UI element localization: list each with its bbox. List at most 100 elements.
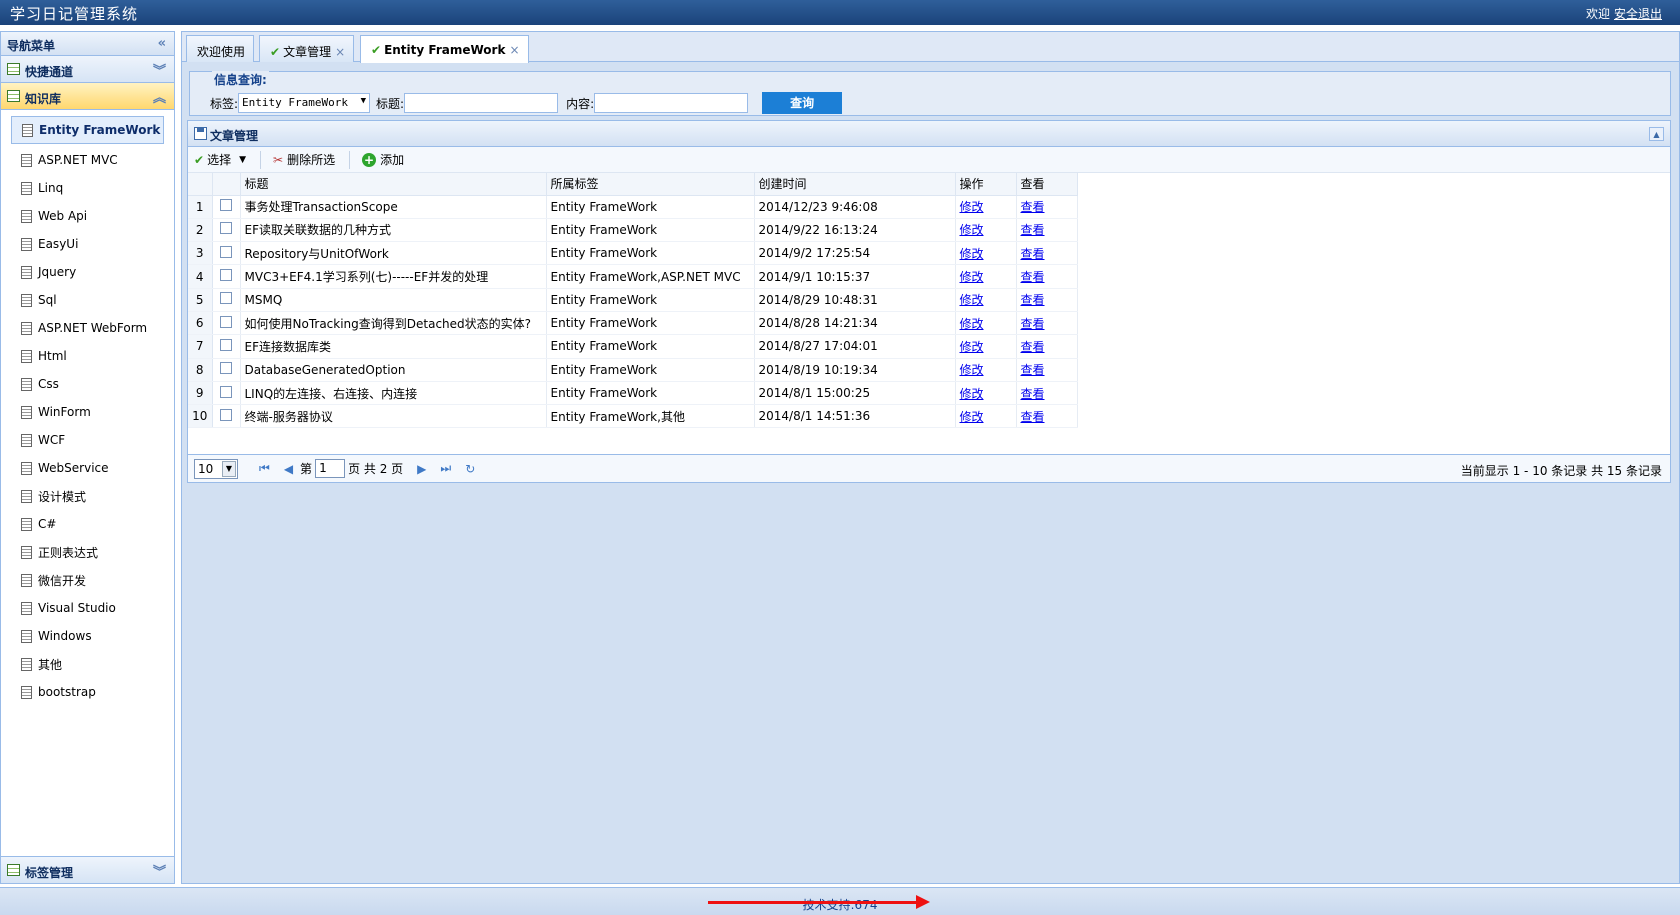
dropdown-arrow-icon[interactable]: ▼ [222,460,236,477]
checkbox[interactable] [220,315,232,328]
cell-view[interactable]: 查看 [1016,195,1078,219]
tree-item[interactable]: C# [11,510,174,538]
view-link[interactable]: 查看 [1021,387,1045,401]
table-row[interactable]: 7 EF连接数据库类 Entity FrameWork 2014/8/27 17:04… [188,334,1078,359]
page-number-input[interactable]: 1 [315,459,346,478]
cell-edit[interactable]: 修改 [955,195,1017,219]
next-page-icon[interactable]: ▶ [417,462,426,476]
cell-edit[interactable]: 修改 [955,264,1017,289]
checkbox[interactable] [220,292,232,305]
tree-item[interactable]: Web Api [11,202,174,230]
view-link[interactable]: 查看 [1021,293,1045,307]
prev-page-icon[interactable]: ◀ [284,462,293,476]
row-checkbox[interactable] [212,218,241,243]
table-row[interactable]: 8 DatabaseGeneratedOption Entity FrameWork… [188,358,1078,382]
edit-link[interactable]: 修改 [960,363,984,377]
collapse-up-icon[interactable]: ▲ [1649,127,1664,141]
section-tag-management[interactable]: 标签管理 ︾ [1,856,174,883]
col-view[interactable]: 查看 [1016,173,1078,196]
close-icon[interactable]: × [509,43,519,57]
tree-item[interactable]: WebService [11,454,174,482]
section-knowledge-base[interactable]: 知识库 ︽ [1,83,174,110]
col-created[interactable]: 创建时间 [754,173,956,196]
tree-item[interactable]: WinForm [11,398,174,426]
select-button[interactable]: ✔ 选择 ▼ [194,151,246,168]
view-link[interactable]: 查看 [1021,410,1045,424]
checkbox[interactable] [220,269,232,282]
tree-item-selected[interactable]: Entity FrameWork [11,116,164,144]
row-checkbox[interactable] [212,311,241,336]
cell-edit[interactable]: 修改 [955,334,1017,359]
title-input[interactable] [404,93,559,113]
view-link[interactable]: 查看 [1021,363,1045,377]
checkbox[interactable] [220,338,232,351]
edit-link[interactable]: 修改 [960,387,984,401]
tree-item[interactable]: 正则表达式 [11,538,174,566]
cell-view[interactable]: 查看 [1016,218,1078,243]
tree-item[interactable]: bootstrap [11,678,174,706]
cell-edit[interactable]: 修改 [955,288,1017,312]
cell-view[interactable]: 查看 [1016,404,1078,429]
col-tag[interactable]: 所属标签 [546,173,755,196]
cell-edit[interactable]: 修改 [955,404,1017,429]
edit-link[interactable]: 修改 [960,223,984,237]
edit-link[interactable]: 修改 [960,317,984,331]
tree-item[interactable]: 设计模式 [11,482,174,510]
view-link[interactable]: 查看 [1021,200,1045,214]
row-checkbox[interactable] [212,264,241,289]
tab-entity-framework[interactable]: ✔ Entity FrameWork × [360,35,529,63]
checkbox[interactable] [220,385,232,398]
row-checkbox[interactable] [212,358,241,382]
checkbox[interactable] [220,245,232,258]
add-button[interactable]: + 添加 [362,151,404,168]
row-checkbox[interactable] [212,381,241,406]
table-row[interactable]: 3 Repository与UnitOfWork Entity FrameWork 20… [188,241,1078,266]
dropdown-arrow-icon[interactable]: ▼ [361,96,366,106]
row-checkbox[interactable] [212,195,241,219]
checkbox[interactable] [220,222,232,235]
logout-link[interactable]: 安全退出 [1614,7,1662,21]
checkbox[interactable] [220,362,232,375]
tree-item[interactable]: Sql [11,286,174,314]
cell-view[interactable]: 查看 [1016,381,1078,406]
delete-selected-button[interactable]: ✂ 删除所选 [273,151,335,168]
tab-welcome[interactable]: 欢迎使用 [186,35,255,62]
tree-item[interactable]: 微信开发 [11,566,174,594]
table-row[interactable]: 4 MVC3+EF4.1学习系列(七)-----EF并发的处理 Entity Fra… [188,264,1078,289]
row-checkbox[interactable] [212,241,241,266]
close-icon[interactable]: × [335,45,345,59]
tree-item[interactable]: ASP.NET MVC [11,146,174,174]
tree-item[interactable]: Html [11,342,174,370]
tree-item[interactable]: Windows [11,622,174,650]
cell-edit[interactable]: 修改 [955,241,1017,266]
tree-item[interactable]: EasyUi [11,230,174,258]
view-link[interactable]: 查看 [1021,247,1045,261]
cell-view[interactable]: 查看 [1016,334,1078,359]
edit-link[interactable]: 修改 [960,270,984,284]
tree-item[interactable]: ASP.NET WebForm [11,314,174,342]
view-link[interactable]: 查看 [1021,223,1045,237]
col-action[interactable]: 操作 [955,173,1017,196]
table-row[interactable]: 1 事务处理TransactionScope Entity FrameWork 201… [188,195,1078,219]
query-button[interactable]: 查询 [762,92,843,114]
checkbox[interactable] [220,199,232,212]
expand-down-icon[interactable]: ︾ [153,60,166,79]
row-checkbox[interactable] [212,404,241,429]
collapse-up-icon[interactable]: ︽ [153,87,166,106]
table-row[interactable]: 5 MSMQ Entity FrameWork 2014/8/29 10:48:31 修… [188,288,1078,312]
first-page-icon[interactable]: ⏮ [259,461,270,476]
tab-article-management[interactable]: ✔ 文章管理 × [259,35,355,62]
expand-down-icon[interactable]: ︾ [153,861,166,880]
cell-edit[interactable]: 修改 [955,358,1017,382]
edit-link[interactable]: 修改 [960,340,984,354]
table-row[interactable]: 6 如何使用NoTracking查询得到Detached状态的实体? Entity … [188,311,1078,336]
cell-view[interactable]: 查看 [1016,264,1078,289]
view-link[interactable]: 查看 [1021,340,1045,354]
tree-item[interactable]: 其他 [11,650,174,678]
row-checkbox[interactable] [212,334,241,359]
cell-view[interactable]: 查看 [1016,311,1078,336]
cell-view[interactable]: 查看 [1016,288,1078,312]
tag-select[interactable]: Entity FrameWork ▼ [238,93,371,113]
view-link[interactable]: 查看 [1021,270,1045,284]
edit-link[interactable]: 修改 [960,200,984,214]
